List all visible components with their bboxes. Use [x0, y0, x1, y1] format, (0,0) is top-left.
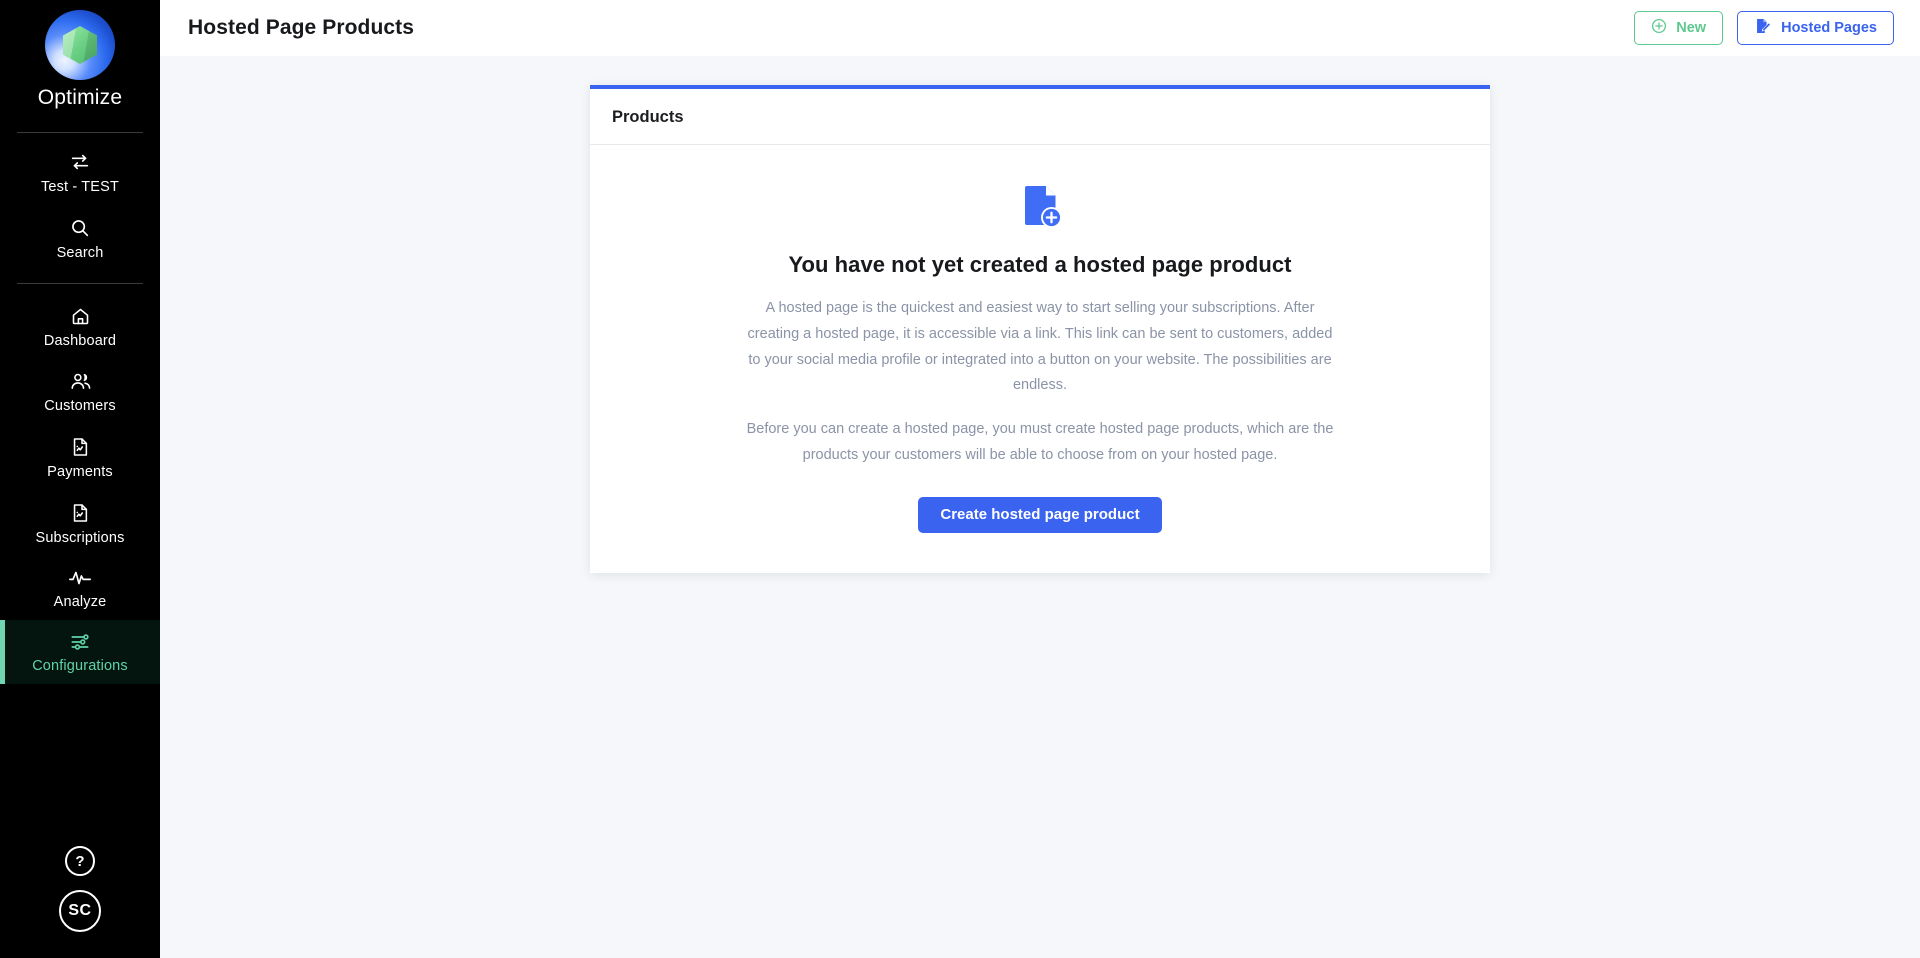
products-card: Products You have not yet created a host… — [590, 85, 1490, 573]
sidebar-nav-group: Dashboard Customers Payments Subscriptio… — [0, 290, 160, 684]
document-chart-icon — [70, 436, 90, 458]
document-chart-icon — [70, 502, 90, 524]
sidebar-item-tenant[interactable]: Test - TEST — [0, 139, 160, 205]
main-area: Hosted Page Products New Hosted Pages Pr… — [160, 0, 1920, 958]
empty-state-paragraph-1: A hosted page is the quickest and easies… — [747, 300, 1333, 394]
sidebar-item-search-label: Search — [56, 245, 104, 261]
hosted-pages-button[interactable]: Hosted Pages — [1737, 11, 1894, 45]
plus-circle-icon — [1651, 18, 1667, 38]
top-bar: Hosted Page Products New Hosted Pages — [160, 0, 1920, 56]
sidebar-item-customers[interactable]: Customers — [0, 359, 160, 424]
products-card-title: Products — [612, 108, 684, 126]
document-edit-icon — [1754, 17, 1772, 39]
help-icon[interactable]: ? — [65, 846, 95, 876]
sidebar-bottom: ? SC — [0, 846, 160, 958]
new-button[interactable]: New — [1634, 11, 1724, 45]
sidebar-divider-mid — [17, 283, 143, 284]
sidebar-item-dashboard[interactable]: Dashboard — [0, 294, 160, 359]
sidebar: Optimize Test - TEST Search Dashboard Cu… — [0, 0, 160, 958]
top-bar-actions: New Hosted Pages — [1634, 11, 1894, 45]
optimize-logo-icon — [45, 10, 115, 80]
content-area: Products You have not yet created a host… — [160, 56, 1920, 958]
switch-arrows-icon — [69, 151, 91, 173]
document-add-icon — [1013, 179, 1067, 238]
sidebar-item-subscriptions-label: Subscriptions — [35, 530, 125, 546]
users-icon — [69, 371, 92, 392]
pulse-icon — [68, 568, 92, 588]
sidebar-divider-top — [17, 132, 143, 133]
sidebar-item-payments-label: Payments — [47, 464, 113, 480]
sidebar-item-analyze-label: Analyze — [53, 594, 107, 610]
sidebar-item-tenant-label: Test - TEST — [41, 179, 119, 195]
sliders-icon — [69, 632, 91, 652]
products-card-header: Products — [590, 89, 1490, 145]
sidebar-item-search[interactable]: Search — [0, 205, 160, 271]
sidebar-item-analyze[interactable]: Analyze — [0, 556, 160, 620]
sidebar-item-dashboard-label: Dashboard — [43, 333, 117, 349]
brand-name: Optimize — [37, 86, 123, 109]
brand-block[interactable]: Optimize — [0, 0, 160, 120]
empty-state: You have not yet created a hosted page p… — [590, 145, 1490, 573]
sidebar-item-configurations[interactable]: Configurations — [0, 620, 160, 684]
empty-state-paragraph-2: Before you can create a hosted page, you… — [746, 421, 1334, 463]
logo-hexagon — [63, 26, 97, 64]
avatar[interactable]: SC — [59, 890, 101, 932]
create-hosted-page-product-button[interactable]: Create hosted page product — [918, 496, 1162, 533]
sidebar-item-configurations-label: Configurations — [32, 658, 128, 674]
home-icon — [70, 306, 91, 327]
sidebar-item-payments[interactable]: Payments — [0, 424, 160, 490]
sidebar-item-subscriptions[interactable]: Subscriptions — [0, 490, 160, 556]
empty-state-heading: You have not yet created a hosted page p… — [788, 252, 1292, 277]
app-root: Optimize Test - TEST Search Dashboard Cu… — [0, 0, 1920, 958]
hosted-pages-button-label: Hosted Pages — [1781, 20, 1877, 36]
page-title: Hosted Page Products — [188, 16, 415, 39]
search-icon — [69, 217, 91, 239]
new-button-label: New — [1676, 20, 1707, 36]
sidebar-item-customers-label: Customers — [44, 398, 116, 414]
